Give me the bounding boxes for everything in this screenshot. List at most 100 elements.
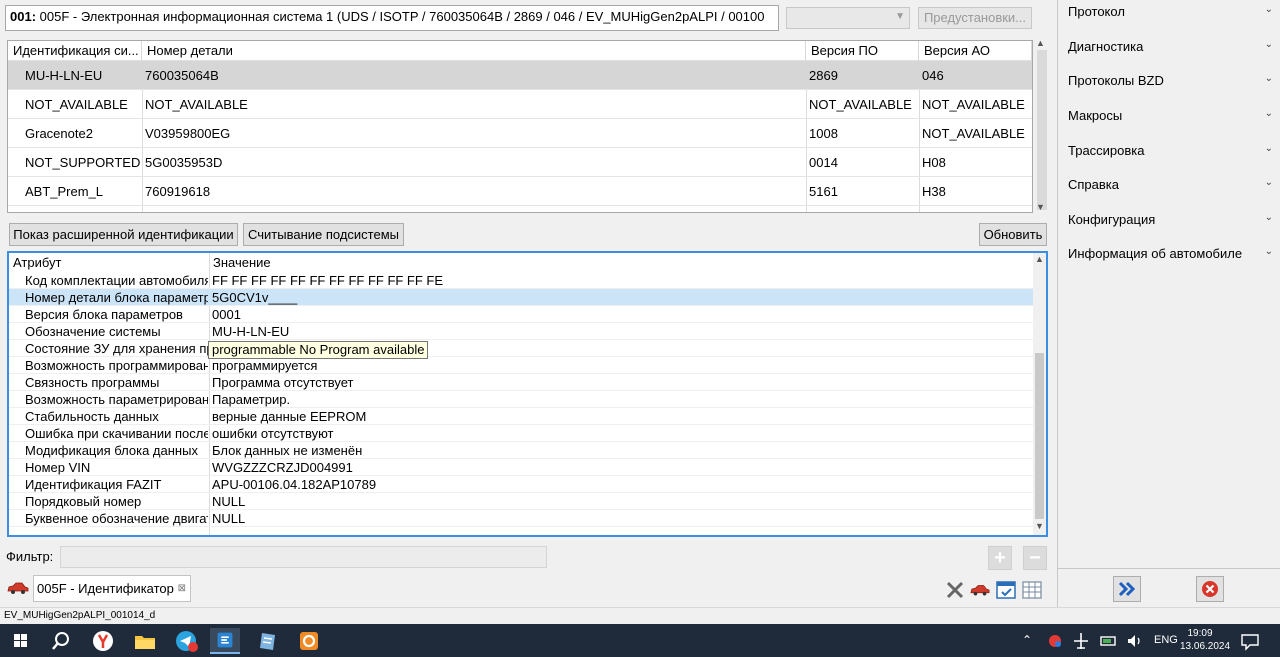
tab-label: 005F - Идентификатор	[37, 581, 174, 596]
search-icon[interactable]	[46, 628, 76, 654]
notifications-icon[interactable]	[1238, 628, 1262, 654]
table-row[interactable]: ABT_Prem_L 760919618 5161 H38	[8, 177, 1032, 206]
col-header-value[interactable]: Значение	[209, 253, 1029, 272]
attribute-row[interactable]: Модификация блока данных Блок данных не и…	[9, 442, 1033, 459]
col-header-attribute[interactable]: Атрибут	[9, 253, 209, 272]
panel-item-protocol[interactable]: Протокол ⌄	[1068, 4, 1273, 24]
antivirus-tray-icon[interactable]	[1044, 628, 1066, 654]
cell-hw: H08	[922, 155, 946, 170]
odis-app-icon[interactable]	[210, 628, 240, 654]
file-explorer-icon[interactable]	[130, 628, 160, 654]
telegram-icon[interactable]	[171, 628, 201, 654]
panel-item-label: Протокол	[1068, 4, 1125, 19]
attribute-row[interactable]: Связность программы Программа отсутствует	[9, 374, 1033, 391]
attribute-row[interactable]: Возможность параметрирования Параметрир.	[9, 391, 1033, 408]
refresh-button[interactable]: Обновить	[979, 223, 1047, 246]
attribute-row[interactable]: Номер VIN WVGZZZCRZJD004991	[9, 459, 1033, 476]
attributes-table[interactable]: Атрибут Значение Код комплектации автомо…	[7, 251, 1048, 537]
col-header-part[interactable]: Номер детали	[142, 41, 806, 61]
windows-taskbar: ⌃ ENG 19:09 13.06.2024	[0, 624, 1280, 657]
col-header-ident[interactable]: Идентификация си...	[8, 41, 142, 61]
attribute-row[interactable]: Ошибка при скачивании после ошибки отсутс…	[9, 425, 1033, 442]
panel-item-bzd[interactable]: Протоколы BZD ⌄	[1068, 73, 1273, 93]
subsystems-button[interactable]: Считывание подсистемы	[243, 223, 404, 246]
double-chevron-right-icon	[1118, 581, 1136, 597]
attributes-scrollbar[interactable]: ▲ ▼	[1033, 253, 1046, 535]
unit-title: 005F - Электронная информационная систем…	[36, 9, 765, 24]
attribute-name: Код комплектации автомобиля	[25, 273, 208, 288]
attribute-value: верные данные EEPROM	[212, 409, 367, 424]
attribute-name: Возможность программирования	[25, 358, 208, 373]
panel-item-vehicle-info[interactable]: Информация об автомобиле ⌄	[1068, 246, 1273, 266]
airplane-mode-icon[interactable]	[1070, 628, 1092, 654]
attribute-row[interactable]: Номер детали блока параметров 5G0CV1v____	[9, 289, 1033, 306]
panel-item-help[interactable]: Справка ⌄	[1068, 177, 1273, 197]
chevron-down-icon: ⌄	[1264, 143, 1273, 154]
tray-chevron-up-icon[interactable]: ⌃	[1022, 624, 1032, 657]
language-indicator[interactable]: ENG	[1154, 624, 1178, 657]
panel-item-trace[interactable]: Трассировка ⌄	[1068, 143, 1273, 163]
panel-item-label: Трассировка	[1068, 143, 1145, 158]
preset-combo[interactable]: ▼	[786, 7, 910, 29]
volume-icon[interactable]	[1124, 628, 1146, 654]
table-row[interactable]: NOT_SUPPORTED 5G0035953D 0014 H08	[8, 148, 1032, 177]
panel-item-diagnostics[interactable]: Диагностика ⌄	[1068, 39, 1273, 59]
scroll-thumb[interactable]	[1037, 50, 1047, 210]
yandex-browser-icon[interactable]	[88, 628, 118, 654]
attribute-name: Номер VIN	[25, 460, 91, 475]
parts-table[interactable]: Идентификация си... Номер детали Версия …	[7, 40, 1033, 213]
windows-start-icon[interactable]	[6, 628, 36, 654]
parts-table-scrollbar[interactable]: ▲ ▼	[1036, 38, 1048, 213]
attribute-row[interactable]: Обозначение системы MU-H-LN-EU	[9, 323, 1033, 340]
cell-ident: MU-H-LN-EU	[25, 68, 103, 83]
scroll-down-icon[interactable]: ▼	[1036, 202, 1045, 212]
orange-app-icon[interactable]	[294, 628, 324, 654]
attribute-row[interactable]: Буквенное обозначение двигателя NULL	[9, 510, 1033, 527]
remove-filter-button[interactable]: −	[1023, 546, 1047, 570]
attribute-name: Версия блока параметров	[25, 307, 183, 322]
ext-ident-button[interactable]: Показ расширенной идентификации	[9, 223, 238, 246]
table-row[interactable]: NOT_AVAILABLE NOT_AVAILABLE NOT_AVAILABL…	[8, 90, 1032, 119]
col-header-hw[interactable]: Версия АО	[919, 41, 1032, 61]
cell-hw: NOT_AVAILABLE	[922, 126, 1025, 141]
attribute-row[interactable]: Состояние ЗУ для хранения программы	[9, 340, 1033, 357]
grid-icon[interactable]	[1022, 580, 1042, 600]
attribute-row[interactable]: Код комплектации автомобиля FF FF FF FF F…	[9, 272, 1033, 289]
scroll-up-icon[interactable]: ▲	[1036, 38, 1045, 48]
system-clock[interactable]: 19:09 13.06.2024	[1180, 627, 1230, 653]
scroll-up-icon[interactable]: ▲	[1035, 254, 1044, 264]
control-unit-header: 001: 005F - Электронная информационная с…	[5, 5, 779, 31]
filter-input[interactable]	[60, 546, 547, 568]
attribute-row[interactable]: Идентификация FAZIT APU-00106.04.182AP107…	[9, 476, 1033, 493]
scroll-thumb[interactable]	[1035, 353, 1044, 519]
cell-ident: NOT_SUPPORTED	[25, 155, 141, 170]
forward-button[interactable]	[1113, 576, 1141, 602]
tab-identification[interactable]: 005F - Идентификатор ⊠	[33, 575, 191, 602]
attribute-row[interactable]: Возможность программирования программируе…	[9, 357, 1033, 374]
attribute-name: Идентификация FAZIT	[25, 477, 162, 492]
presets-button[interactable]: Предустановки...	[918, 7, 1032, 29]
cancel-button[interactable]	[1196, 576, 1224, 602]
panel-item-macros[interactable]: Макросы ⌄	[1068, 108, 1273, 128]
col-header-sw[interactable]: Версия ПО	[806, 41, 919, 61]
notes-app-icon[interactable]	[253, 628, 283, 654]
attribute-row[interactable]: Стабильность данных верные данные EEPROM	[9, 408, 1033, 425]
scroll-down-icon[interactable]: ▼	[1035, 521, 1044, 531]
tools-icon[interactable]	[945, 580, 965, 600]
add-filter-button[interactable]: +	[988, 546, 1012, 570]
window-check-icon[interactable]	[996, 580, 1016, 600]
close-icon[interactable]: ⊠	[178, 576, 186, 601]
car-icon[interactable]	[970, 580, 990, 600]
cell-sw: 0014	[809, 155, 838, 170]
attribute-value: FF FF FF FF FF FF FF FF FF FF FF FE	[212, 273, 444, 288]
attribute-name: Связность программы	[25, 375, 160, 390]
chevron-down-icon: ⌄	[1264, 73, 1273, 84]
attribute-name: Номер детали блока параметров	[25, 290, 208, 305]
battery-icon[interactable]	[1098, 628, 1120, 654]
attribute-name: Состояние ЗУ для хранения программы	[25, 341, 208, 356]
table-row[interactable]: Gracenote2 V03959800EG 1008 NOT_AVAILABL…	[8, 119, 1032, 148]
table-row[interactable]: MU-H-LN-EU 760035064B 2869 046	[8, 61, 1032, 90]
panel-item-config[interactable]: Конфигурация ⌄	[1068, 212, 1273, 232]
attribute-row[interactable]: Версия блока параметров 0001	[9, 306, 1033, 323]
attribute-row[interactable]: Порядковый номер NULL	[9, 493, 1033, 510]
